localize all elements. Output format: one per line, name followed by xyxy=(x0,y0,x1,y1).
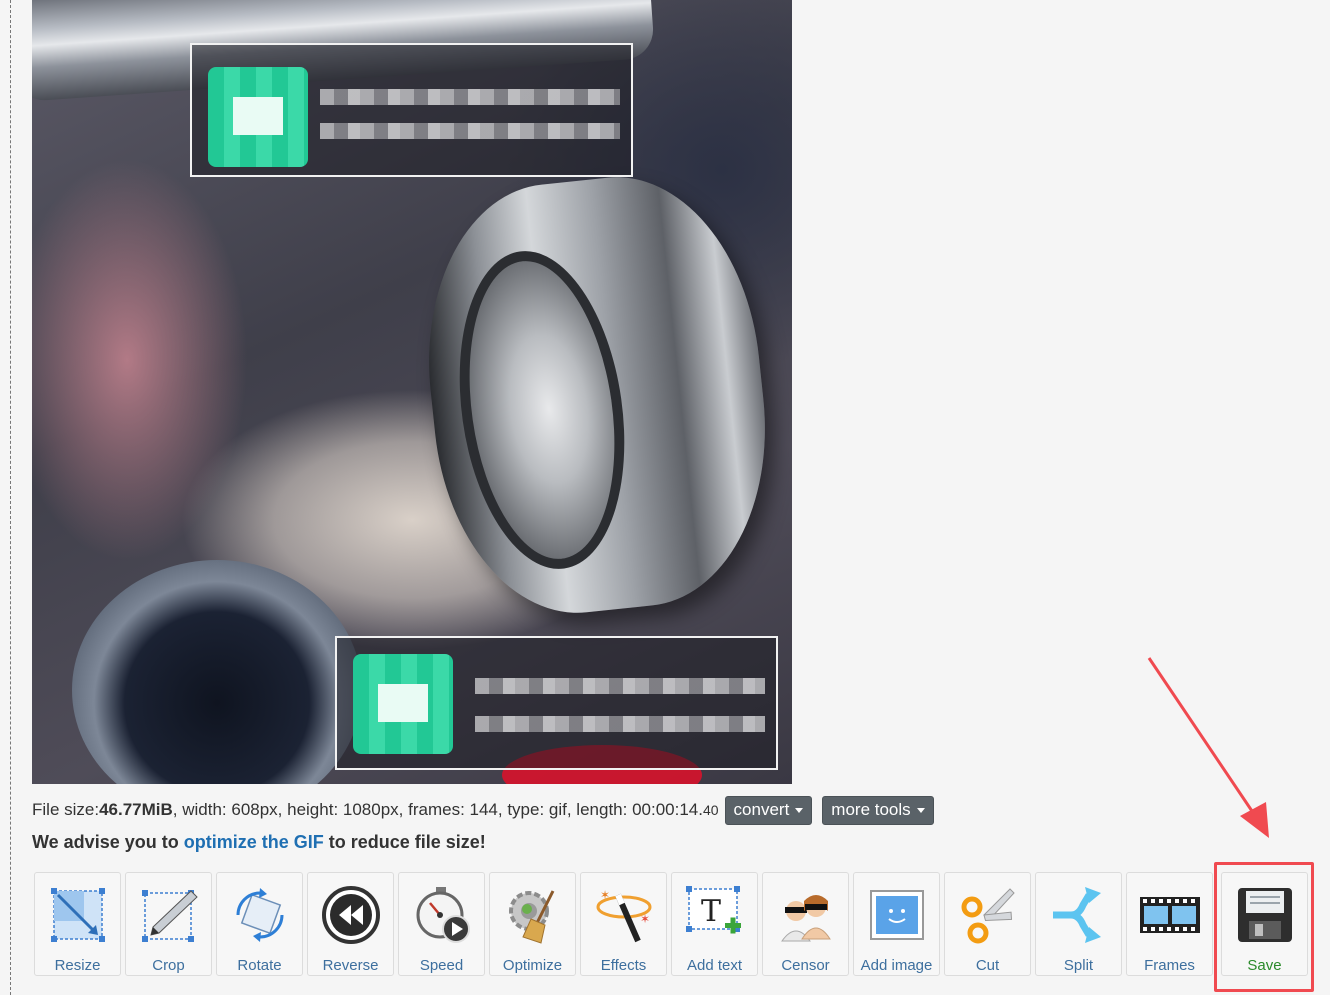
resize-icon xyxy=(46,883,110,947)
tool-label: Reverse xyxy=(322,957,379,974)
tool-effects-button[interactable]: ✶ ✶ Effects xyxy=(580,872,667,976)
svg-text:T: T xyxy=(701,894,721,929)
crop-icon xyxy=(137,883,201,947)
tool-label: Rotate xyxy=(237,957,282,974)
file-info-line: File size: 46.77MiB, width: 608px, heigh… xyxy=(32,795,934,825)
file-length-fraction: 40 xyxy=(702,802,719,818)
advice-prefix: We advise you to xyxy=(32,832,184,852)
convert-label: convert xyxy=(733,799,790,819)
censor-icon xyxy=(774,883,838,947)
file-details: , width: 608px, height: 1080px, frames: … xyxy=(172,800,703,819)
caret-down-icon xyxy=(916,808,925,813)
tool-label: Add text xyxy=(686,957,743,974)
effects-icon: ✶ ✶ xyxy=(592,883,656,947)
tool-frames-button[interactable]: Frames xyxy=(1126,872,1213,976)
preview-bearing xyxy=(410,163,792,627)
tool-toolbar: Resize Crop Rotate Reverse Speed Optimiz… xyxy=(34,872,1308,976)
optimize-icon xyxy=(501,883,565,947)
file-size-value: 46.77MiB xyxy=(99,800,173,819)
svg-text:✶: ✶ xyxy=(640,912,650,926)
convert-dropdown-button[interactable]: convert xyxy=(724,795,813,825)
svg-text:✶: ✶ xyxy=(600,888,610,902)
tool-cut-button[interactable]: Cut xyxy=(944,872,1031,976)
tool-label: Frames xyxy=(1144,957,1195,974)
rotate-icon xyxy=(228,883,292,947)
tool-label: Split xyxy=(1063,957,1094,974)
tool-add-image-button[interactable]: Add image xyxy=(853,872,940,976)
tool-label: Effects xyxy=(600,957,647,974)
speed-icon xyxy=(410,883,474,947)
caret-down-icon xyxy=(795,808,804,813)
left-dashed-rule xyxy=(10,0,11,995)
tool-label: Censor xyxy=(781,957,830,974)
tool-crop-button[interactable]: Crop xyxy=(125,872,212,976)
gif-preview xyxy=(32,0,792,784)
tool-resize-button[interactable]: Resize xyxy=(34,872,121,976)
tool-rotate-button[interactable]: Rotate xyxy=(216,872,303,976)
preview-bore-part xyxy=(72,560,362,784)
split-icon xyxy=(1047,883,1111,947)
more-tools-label: more tools xyxy=(831,799,911,819)
tool-censor-button[interactable]: Censor xyxy=(762,872,849,976)
tool-label: Optimize xyxy=(502,957,563,974)
tool-label: Cut xyxy=(975,957,1000,974)
save-highlight-box xyxy=(1214,862,1314,992)
tool-label: Resize xyxy=(54,957,101,974)
watermark-top xyxy=(190,43,633,177)
watermark-bottom xyxy=(335,636,778,770)
frames-icon xyxy=(1138,883,1202,947)
optimize-advice: We advise you to optimize the GIF to red… xyxy=(32,832,486,853)
reverse-icon xyxy=(319,883,383,947)
tool-optimize-button[interactable]: Optimize xyxy=(489,872,576,976)
tool-speed-button[interactable]: Speed xyxy=(398,872,485,976)
optimize-gif-link[interactable]: optimize the GIF xyxy=(184,832,324,852)
add-text-icon: T xyxy=(683,883,747,947)
tool-add-text-button[interactable]: T Add text xyxy=(671,872,758,976)
file-size-label: File size: xyxy=(32,800,100,819)
tool-label: Add image xyxy=(860,957,933,974)
add-image-icon xyxy=(865,883,929,947)
advice-suffix: to reduce file size! xyxy=(323,832,486,852)
tool-label: Crop xyxy=(152,957,185,974)
tool-label: Speed xyxy=(419,957,464,974)
cut-icon xyxy=(956,883,1020,947)
tool-reverse-button[interactable]: Reverse xyxy=(307,872,394,976)
more-tools-dropdown-button[interactable]: more tools xyxy=(822,795,934,825)
tool-split-button[interactable]: Split xyxy=(1035,872,1122,976)
